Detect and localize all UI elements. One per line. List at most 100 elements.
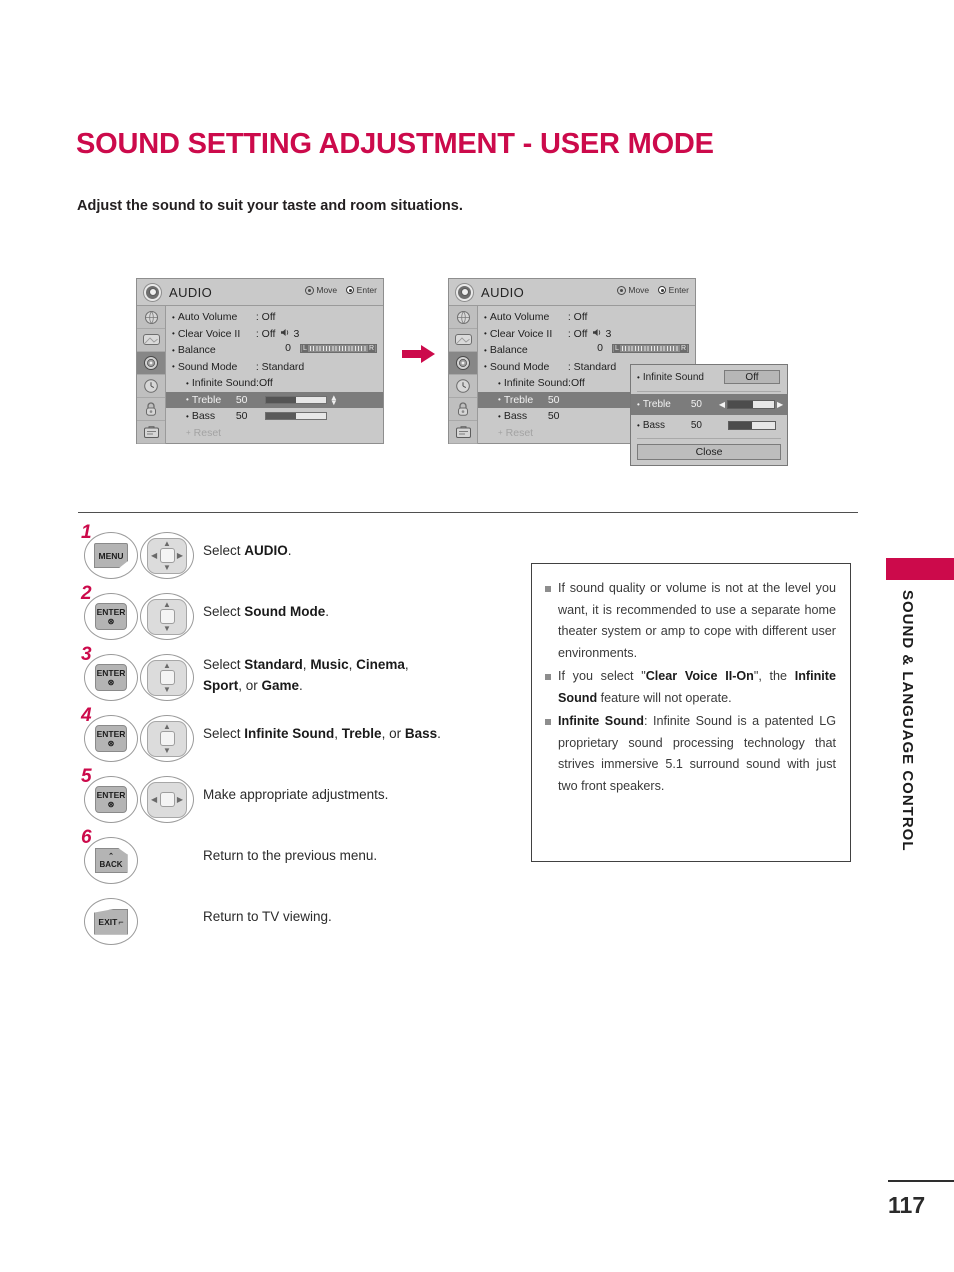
dpad-center[interactable]: [159, 548, 175, 563]
bullet-icon: •: [637, 372, 640, 382]
exit-key: EXIT ⌐: [94, 908, 128, 935]
dpad-button-updown[interactable]: ▲ ▼: [140, 654, 194, 701]
osd-row-treble[interactable]: • Treble 50 ▲ ▼: [166, 391, 383, 408]
balance-slider[interactable]: L R: [612, 343, 689, 353]
dpad-up-icon[interactable]: ▲: [163, 600, 171, 608]
osd-label: Sound Mode: [489, 360, 550, 373]
sidebar-item-audio[interactable]: [137, 352, 165, 375]
infinite-sound-toggle[interactable]: Off: [724, 370, 780, 384]
right-arrow-icon[interactable]: ▶: [775, 400, 785, 409]
intro-text: Adjust the sound to suit your taste and …: [77, 198, 463, 214]
osd-value: : Off: [567, 311, 588, 324]
bullet-icon: •: [186, 378, 189, 388]
balance-right-label: R: [679, 344, 687, 352]
sidebar-item-option[interactable]: [449, 421, 477, 444]
dpad-right-icon[interactable]: ▶: [177, 551, 183, 559]
dpad-down-icon[interactable]: ▼: [163, 624, 171, 632]
sidebar-item-setup[interactable]: [449, 306, 477, 329]
osd-row-sound-mode[interactable]: • Sound Mode : Standard: [166, 359, 383, 376]
sidebar-item-option[interactable]: [137, 421, 165, 444]
osd-row-auto-volume[interactable]: • Auto Volume : Off: [478, 309, 695, 326]
step-1: 1 MENU ▲ ▼ ◀ ▶ Select AUDIO.: [78, 522, 508, 589]
dpad-down-icon[interactable]: ▼: [163, 563, 171, 571]
dpad-center[interactable]: [159, 731, 175, 746]
dpad-center[interactable]: [159, 792, 175, 807]
dpad-up-icon[interactable]: ▲: [163, 722, 171, 730]
osd-row-auto-volume[interactable]: • Auto Volume : Off: [166, 309, 383, 326]
step-5: 5 ENTER ⊛ ◀ ▶ Make appropriate adjustmen…: [78, 766, 508, 833]
dpad-icon[interactable]: ◀ ▶: [147, 781, 187, 818]
osd-label: Auto Volume: [489, 311, 550, 324]
osd-value: 50: [547, 393, 560, 406]
dpad-button-4way[interactable]: ▲ ▼ ◀ ▶: [140, 532, 194, 579]
osd-label: Auto Volume: [177, 311, 238, 324]
enter-button[interactable]: ENTER ⊛: [84, 593, 138, 640]
note-box: If sound quality or volume is not at the…: [531, 563, 851, 862]
sidebar-item-audio[interactable]: [449, 352, 477, 375]
enter-key-dot: ⊛: [107, 738, 115, 748]
dpad-left-icon[interactable]: ◀: [151, 551, 157, 559]
menu-button[interactable]: MENU: [84, 532, 138, 579]
step-text: Select Sound Mode.: [203, 604, 330, 619]
dpad-down-icon[interactable]: ▼: [163, 685, 171, 693]
popup-row-bass[interactable]: • Bass 50: [631, 415, 787, 436]
osd-title: AUDIO: [481, 284, 525, 300]
popup-bass-value: 50: [690, 420, 702, 431]
popup-row-infinite-sound[interactable]: • Infinite Sound Off: [631, 365, 787, 389]
treble-slider[interactable]: [264, 395, 327, 404]
osd-row-clear-voice[interactable]: • Clear Voice II : Off 3: [478, 326, 695, 343]
popup-close-button[interactable]: Close: [637, 444, 781, 460]
popup-bass-slider[interactable]: [727, 421, 776, 430]
sidebar-item-time[interactable]: [449, 375, 477, 398]
dpad-right-icon[interactable]: ▶: [177, 795, 183, 803]
balance-slider[interactable]: L R: [300, 343, 377, 353]
dpad-up-icon[interactable]: ▲: [163, 661, 171, 669]
osd-row-balance[interactable]: • Balance 0 L R: [166, 342, 383, 359]
dpad-center[interactable]: [159, 609, 175, 624]
enter-button[interactable]: ENTER ⊛: [84, 654, 138, 701]
osd-label: Clear Voice II: [489, 327, 553, 340]
exit-door-icon: ⌐: [118, 916, 124, 927]
sidebar-item-picture[interactable]: [137, 329, 165, 352]
osd-row-clear-voice[interactable]: • Clear Voice II : Off 3: [166, 326, 383, 343]
note-text: Infinite Sound: Infinite Sound is a pate…: [558, 714, 836, 793]
flow-arrow-icon: [402, 344, 436, 369]
dpad-down-icon[interactable]: ▼: [163, 746, 171, 754]
osd-panel-before: AUDIO Move Enter • Auto Volume: Off • C…: [136, 278, 384, 444]
dpad-center[interactable]: [159, 670, 175, 685]
audio-logo-icon: [456, 283, 473, 301]
dpad-button-updown[interactable]: ▲ ▼: [140, 593, 194, 640]
dpad-icon[interactable]: ▲ ▼ ◀ ▶: [147, 537, 187, 574]
dpad-up-icon[interactable]: ▲: [163, 539, 171, 547]
sidebar-item-lock[interactable]: [137, 398, 165, 421]
osd-row-reset[interactable]: + Reset: [166, 425, 383, 442]
enter-button[interactable]: ENTER ⊛: [84, 715, 138, 762]
dpad-left-icon[interactable]: ◀: [151, 795, 157, 803]
enter-key: ENTER ⊛: [95, 786, 127, 813]
exit-button[interactable]: EXIT ⌐: [84, 898, 138, 945]
sidebar-item-lock[interactable]: [449, 398, 477, 421]
left-arrow-icon[interactable]: ◀: [717, 400, 727, 409]
bass-slider[interactable]: [264, 412, 327, 421]
dpad-icon[interactable]: ▲ ▼: [147, 659, 187, 696]
osd-row-balance[interactable]: • Balance 0 L R: [478, 342, 695, 359]
menu-key-label: MENU: [94, 543, 128, 568]
dpad-icon[interactable]: ▲ ▼: [147, 598, 187, 635]
sidebar-item-picture[interactable]: [449, 329, 477, 352]
dpad-button-updown[interactable]: ▲ ▼: [140, 715, 194, 762]
balance-left-label: L: [302, 344, 308, 352]
sidebar-item-time[interactable]: [137, 375, 165, 398]
enter-button[interactable]: ENTER ⊛: [84, 776, 138, 823]
osd-enter-label: Enter: [668, 285, 689, 295]
popup-row-treble[interactable]: • Treble 50 ◀ ▶: [631, 394, 787, 415]
sidebar-item-setup[interactable]: [137, 306, 165, 329]
back-button[interactable]: ⌃ BACK: [84, 837, 138, 884]
dpad-icon[interactable]: ▲ ▼: [147, 720, 187, 757]
osd-row-bass[interactable]: • Bass 50: [166, 408, 383, 425]
dpad-button-leftright[interactable]: ◀ ▶: [140, 776, 194, 823]
enter-key-dot: ⊛: [107, 616, 115, 626]
osd-row-infinite-sound[interactable]: • Infinite Sound:Off: [166, 375, 383, 392]
osd-label: Treble: [191, 393, 222, 406]
bullet-icon: •: [172, 312, 175, 322]
popup-treble-slider[interactable]: [726, 400, 775, 409]
